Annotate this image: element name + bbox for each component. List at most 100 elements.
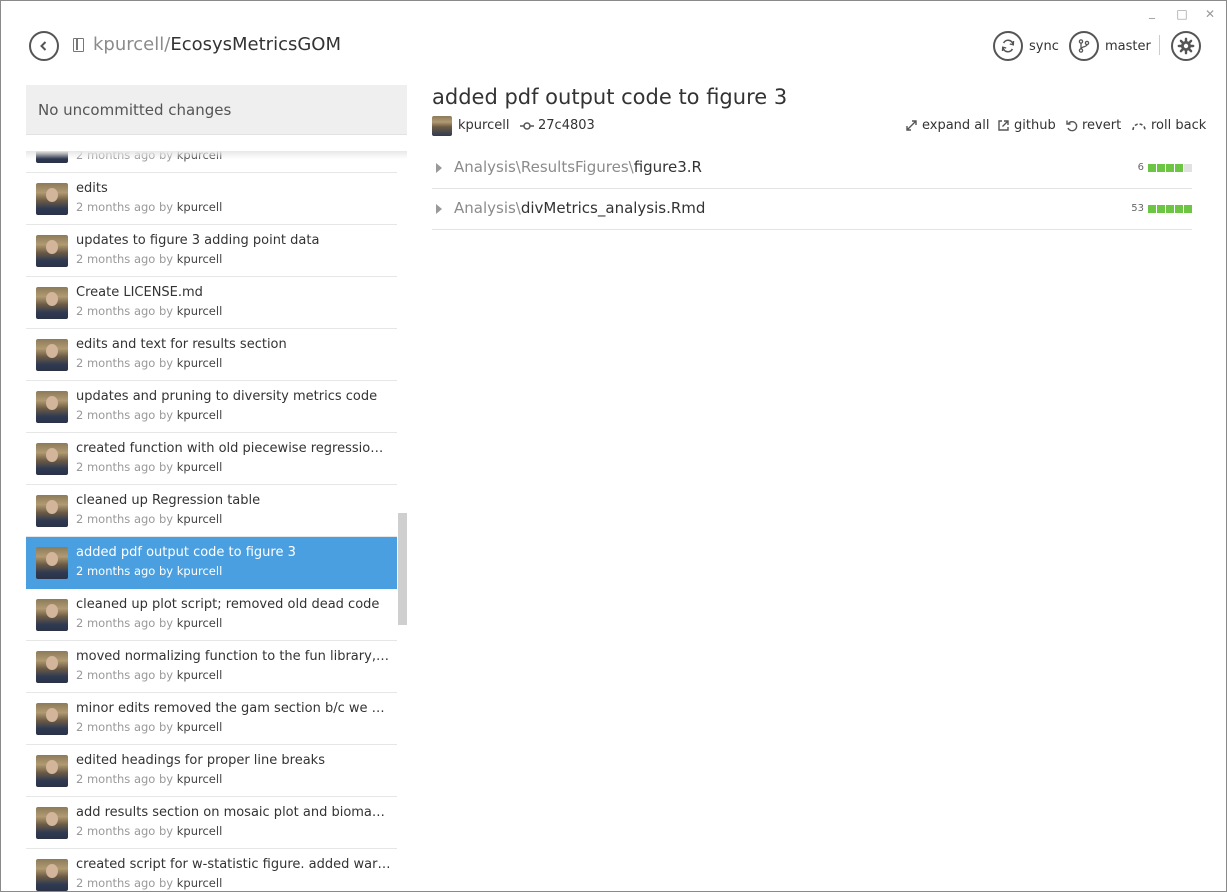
commit-time: 2 months ago by — [76, 668, 174, 682]
commit-message: edits and text for results section — [76, 337, 287, 352]
commit-message: moved normalizing function to the fun li… — [76, 649, 391, 664]
commit-time: 2 months ago by — [76, 356, 174, 370]
caret-right-icon[interactable] — [436, 163, 442, 173]
commit-user[interactable]: kpurcell — [177, 772, 223, 786]
commit-meta: 2 months ago by kpurcell — [76, 824, 222, 838]
sync-button[interactable]: sync — [993, 31, 1059, 61]
commit-item[interactable]: edited headings for proper line breaks 2 … — [26, 745, 397, 797]
commit-user[interactable]: kpurcell — [177, 824, 223, 838]
commit-title: added pdf output code to figure 3 — [432, 85, 788, 109]
diff-block — [1148, 163, 1156, 172]
changed-file-row[interactable]: Analysis\divMetrics_analysis.Rmd 53 — [432, 189, 1192, 230]
commit-message: created script for w-statistic figure. a… — [76, 857, 391, 872]
commit-sha[interactable]: 27c4803 — [520, 118, 595, 133]
avatar — [36, 183, 68, 215]
history-scrollbar[interactable] — [398, 513, 407, 625]
commit-item[interactable]: Create LICENSE.md 2 months ago by kpurcel… — [26, 277, 397, 329]
commit-user[interactable]: kpurcell — [177, 356, 223, 370]
commit-time: 2 months ago by — [76, 720, 174, 734]
diff-bar — [1148, 163, 1192, 172]
file-stat: 6 — [1138, 162, 1192, 173]
avatar — [36, 703, 68, 735]
commit-user[interactable]: kpurcell — [177, 512, 223, 526]
commit-user[interactable]: kpurcell — [177, 720, 223, 734]
github-button[interactable]: github — [997, 118, 1056, 133]
commit-item[interactable]: edits 2 months ago by kpurcell — [26, 173, 397, 225]
avatar — [36, 339, 68, 371]
branch-icon — [1069, 31, 1099, 61]
commit-message: edits — [76, 181, 108, 196]
diff-block — [1157, 163, 1165, 172]
commit-author[interactable]: kpurcell — [458, 118, 509, 133]
header-divider — [1159, 35, 1160, 55]
commit-meta: 2 months ago by kpurcell — [76, 304, 222, 318]
file-stat: 53 — [1131, 203, 1192, 214]
commit-item[interactable]: add results section on mosaic plot and b… — [26, 797, 397, 849]
commit-meta: 2 months ago by kpurcell — [76, 564, 222, 578]
settings-button[interactable] — [1171, 31, 1201, 61]
commit-user[interactable]: kpurcell — [177, 304, 223, 318]
uncommitted-changes[interactable]: No uncommitted changes — [26, 85, 407, 135]
repo-owner: kpurcell — [93, 34, 165, 55]
commit-item[interactable]: updates to figure 3 adding point data 2 m… — [26, 225, 397, 277]
avatar — [36, 495, 68, 527]
commit-user[interactable]: kpurcell — [177, 200, 223, 214]
commit-history-list[interactable]: 2 months ago by kpurcell edits 2 months a… — [26, 151, 397, 891]
commit-icon — [520, 121, 534, 130]
avatar — [36, 287, 68, 319]
diff-block — [1157, 204, 1165, 213]
diff-block — [1184, 163, 1192, 172]
commit-time: 2 months ago by — [76, 408, 174, 422]
diff-block — [1148, 204, 1156, 213]
avatar — [36, 235, 68, 267]
avatar — [36, 859, 68, 891]
commit-item-selected[interactable]: added pdf output code to figure 3 2 month… — [26, 537, 397, 589]
commit-time: 2 months ago by — [76, 876, 174, 890]
maximize-icon[interactable]: □ — [1175, 7, 1189, 21]
commit-item[interactable]: minor edits removed the gam section b/c … — [26, 693, 397, 745]
commit-user[interactable]: kpurcell — [177, 668, 223, 682]
commit-item[interactable]: edits and text for results section 2 mont… — [26, 329, 397, 381]
commit-message: updates and pruning to diversity metrics… — [76, 389, 378, 404]
avatar — [36, 807, 68, 839]
commit-item[interactable]: created function with old piecewise regr… — [26, 433, 397, 485]
branch-label: master — [1105, 38, 1151, 54]
commit-user[interactable]: kpurcell — [177, 564, 223, 578]
author-avatar — [432, 116, 452, 136]
changed-file-row[interactable]: Analysis\ResultsFigures\figure3.R 6 — [432, 148, 1192, 189]
avatar — [36, 599, 68, 631]
commit-user[interactable]: kpurcell — [177, 252, 223, 266]
back-button[interactable] — [29, 31, 59, 61]
commit-meta: 2 months ago by kpurcell — [76, 876, 222, 890]
roll-back-button[interactable]: roll back — [1131, 118, 1206, 133]
commit-user[interactable]: kpurcell — [177, 408, 223, 422]
commit-item[interactable]: created script for w-statistic figure. a… — [26, 849, 397, 891]
commit-time: 2 months ago by — [76, 512, 174, 526]
branch-button[interactable]: master — [1069, 31, 1151, 61]
revert-button[interactable]: revert — [1065, 118, 1121, 133]
diff-block — [1166, 163, 1174, 172]
avatar — [36, 391, 68, 423]
repo-title: kpurcell/EcosysMetricsGOM — [93, 34, 341, 55]
commit-item[interactable]: updates and pruning to diversity metrics… — [26, 381, 397, 433]
commit-item[interactable]: moved normalizing function to the fun li… — [26, 641, 397, 693]
avatar — [36, 547, 68, 579]
caret-right-icon[interactable] — [436, 204, 442, 214]
commit-user[interactable]: kpurcell — [177, 460, 223, 474]
file-path: Analysis\divMetrics_analysis.Rmd — [454, 199, 705, 217]
commit-user[interactable]: kpurcell — [177, 616, 223, 630]
expand-all-button[interactable]: expand all — [905, 118, 990, 133]
diff-bar — [1148, 204, 1192, 213]
minimize-icon[interactable]: _ — [1145, 5, 1159, 19]
close-icon[interactable]: ✕ — [1203, 7, 1217, 21]
commit-meta: 2 months ago by kpurcell — [76, 408, 222, 422]
change-count: 53 — [1131, 203, 1144, 214]
commit-item[interactable]: cleaned up Regression table 2 months ago … — [26, 485, 397, 537]
file-dir: Analysis\ — [454, 199, 521, 217]
app-window: _ □ ✕ kpurcell/EcosysMetricsGOM sync mas… — [0, 0, 1227, 892]
commit-item[interactable]: cleaned up plot script; removed old dead… — [26, 589, 397, 641]
commit-meta: 2 months ago by kpurcell — [76, 460, 222, 474]
commit-time: 2 months ago by — [76, 824, 174, 838]
commit-user[interactable]: kpurcell — [177, 876, 223, 890]
file-name: divMetrics_analysis.Rmd — [520, 199, 706, 217]
